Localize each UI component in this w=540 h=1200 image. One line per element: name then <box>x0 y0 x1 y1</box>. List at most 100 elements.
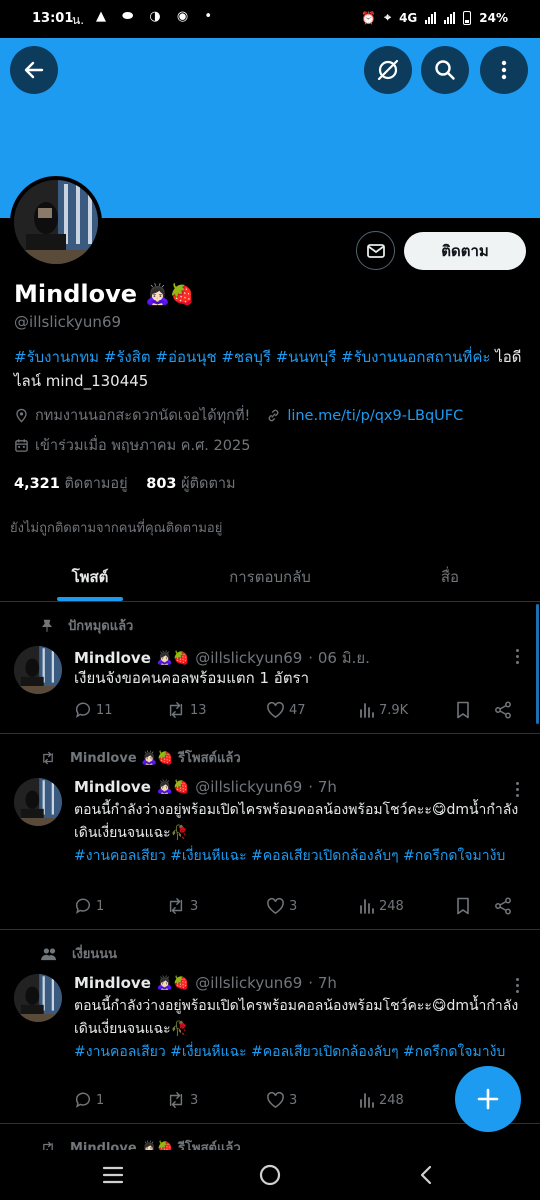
bookmark-button[interactable] <box>455 698 471 722</box>
network-label: 4G <box>399 10 418 25</box>
post-actions: 11 13 47 7.9K <box>74 698 520 722</box>
repost-count: 3 <box>190 1092 199 1108</box>
post-body: ตอนนี้กำลังว่างอยู่พร้อมเปิดไครพร้อมคอลน… <box>74 802 519 841</box>
follow-button[interactable]: ติดตาม <box>404 232 526 270</box>
bio-hashtags[interactable]: #รับงานกทม #รังสิต #อ่อนนุช #ชลบุรี #นนท… <box>14 348 490 366</box>
post-body: เงียนจังขอคนคอลพร้อมแตก 1 อัตรา <box>74 669 310 687</box>
post-author-name[interactable]: Mindlove <box>74 649 151 667</box>
repost-button[interactable]: 13 <box>166 698 207 722</box>
alarm-icon: ⏰ <box>361 10 377 25</box>
like-button[interactable]: 3 <box>266 1088 297 1112</box>
tab-media-label: สื่อ <box>440 567 460 586</box>
reply-icon <box>75 1092 90 1108</box>
post-item[interactable]: ปักหมุดแล้ว Mindlove 🙇🏻‍♀️🍓 @illslickyun… <box>0 603 540 734</box>
tab-replies-label: การตอบกลับ <box>229 567 311 586</box>
signal-2-icon <box>444 11 456 24</box>
post-context: ปักหมุดแล้ว <box>40 615 133 636</box>
reply-button[interactable]: 11 <box>74 698 113 722</box>
post-author-handle: @illslickyun69 <box>195 778 303 796</box>
battery-icon <box>463 10 472 25</box>
post-context: เงี่ยนนน <box>40 943 117 964</box>
post-context-label: Mindlove 🙇🏻‍♀️🍓 รีโพสต์แล้ว <box>70 751 241 766</box>
status-right: ⏰ ⌖ 4G 24% <box>361 10 508 25</box>
post-context: Mindlove 🙇🏻‍♀️🍓 รีโพสต์แล้ว <box>40 1137 241 1150</box>
message-button[interactable] <box>356 231 395 270</box>
bookmark-icon <box>457 897 469 915</box>
status-time: 13:01 <box>32 11 74 26</box>
grok-button[interactable] <box>364 46 412 94</box>
search-icon <box>435 60 455 80</box>
recent-apps-button[interactable] <box>102 1165 124 1189</box>
home-button[interactable] <box>258 1163 282 1191</box>
reply-count: 11 <box>96 702 113 718</box>
tab-media[interactable]: สื่อ <box>360 552 540 601</box>
plus-icon <box>477 1088 499 1110</box>
post-more-icon[interactable] <box>516 978 520 996</box>
profile-bio: #รับงานกทม #รังสิต #อ่อนนุช #ชลบุรี #นนท… <box>14 345 526 393</box>
post-time: · 7h <box>308 778 337 796</box>
post-context-label: ปักหมุดแล้ว <box>68 619 134 634</box>
post-time: · 7h <box>308 974 337 992</box>
back-arrow-icon <box>24 61 44 79</box>
avatar-photo <box>14 778 62 826</box>
bookmark-icon <box>457 701 469 719</box>
view-count: 248 <box>379 1092 404 1108</box>
reply-button[interactable]: 1 <box>74 894 104 918</box>
compose-button[interactable] <box>455 1066 521 1132</box>
post-hashtags[interactable]: #งานคอลเสียว #เงี่ยนหีแฉะ #คอลเสียวเปิดก… <box>74 848 505 864</box>
post-author-name[interactable]: Mindlove <box>74 778 151 796</box>
view-count: 7.9K <box>379 702 409 718</box>
tab-replies[interactable]: การตอบกลับ <box>180 552 360 601</box>
bookmark-button[interactable] <box>455 894 471 918</box>
post-more-icon[interactable] <box>516 649 520 667</box>
views-button[interactable]: 7.9K <box>359 698 408 722</box>
pin-icon <box>41 619 53 632</box>
reply-icon <box>75 702 90 718</box>
post-author-emoji: 🙇🏻‍♀️🍓 <box>156 650 190 666</box>
followers-link[interactable]: 803 ผู้ติดตาม <box>146 476 235 492</box>
more-options-button[interactable] <box>480 46 528 94</box>
views-button[interactable]: 248 <box>359 894 404 918</box>
repost-button[interactable]: 3 <box>166 894 198 918</box>
repost-button[interactable]: 3 <box>166 1088 198 1112</box>
repost-icon <box>169 702 183 718</box>
post-actions: 1 3 3 248 <box>74 1088 520 1112</box>
profile-location: กทมงานนอกสะดวกนัดเจอได้ทุกที่! <box>35 408 251 424</box>
mail-icon <box>366 243 385 258</box>
reply-button[interactable]: 1 <box>74 1088 104 1112</box>
profile-tabs: โพสต์ การตอบกลับ สื่อ <box>0 552 540 602</box>
post-more-icon[interactable] <box>516 782 520 800</box>
signal-icon <box>425 11 437 24</box>
followers-label: ผู้ติดตาม <box>181 476 236 492</box>
post-item[interactable]: Mindlove 🙇🏻‍♀️🍓 รีโพสต์แล้ว <box>0 1125 540 1150</box>
share-button[interactable] <box>494 698 512 722</box>
system-back-button[interactable] <box>418 1164 434 1190</box>
profile-link[interactable]: line.me/ti/p/qx9-LBqUFC <box>287 408 463 424</box>
post-avatar[interactable] <box>14 778 62 826</box>
tab-posts[interactable]: โพสต์ <box>0 552 180 601</box>
post-hashtags[interactable]: #งานคอลเสียว #เงี่ยนหีแฉะ #คอลเสียวเปิดก… <box>74 1044 505 1060</box>
like-button[interactable]: 47 <box>266 698 306 722</box>
back-button[interactable] <box>10 46 58 94</box>
profile-name-emoji: 🙇🏻‍♀️🍓 <box>145 282 195 306</box>
following-link[interactable]: 4,321 ติดตามอยู่ <box>14 476 128 492</box>
share-icon <box>495 701 511 719</box>
post-author-emoji: 🙇🏻‍♀️🍓 <box>156 975 190 991</box>
post-avatar[interactable] <box>14 974 62 1022</box>
views-button[interactable]: 248 <box>359 1088 404 1112</box>
post-avatar[interactable] <box>14 646 62 694</box>
post-text: ตอนนี้กำลังว่างอยู่พร้อมเปิดไครพร้อมคอลน… <box>74 995 524 1064</box>
post-header: Mindlove 🙇🏻‍♀️🍓 @illslickyun69 · 7h <box>74 974 337 992</box>
post-author-handle: @illslickyun69 <box>195 649 303 667</box>
profile-joined: เข้าร่วมเมื่อ พฤษภาคม ค.ศ. 2025 <box>35 438 251 454</box>
profile-avatar[interactable] <box>10 176 102 268</box>
profile-meta-row: กทมงานนอกสะดวกนัดเจอได้ทุกที่! line.me/t… <box>14 404 463 427</box>
like-button[interactable]: 3 <box>266 894 297 918</box>
post-author-name[interactable]: Mindlove <box>74 974 151 992</box>
notification-icons: ▲ ⬬ ◑ ◉ • <box>96 9 218 24</box>
profile-name: Mindlove <box>14 280 138 308</box>
post-item[interactable]: Mindlove 🙇🏻‍♀️🍓 รีโพสต์แล้ว Mindlove 🙇🏻‍… <box>0 735 540 930</box>
location-pin-icon <box>16 408 27 423</box>
share-button[interactable] <box>494 894 512 918</box>
search-button[interactable] <box>421 46 469 94</box>
